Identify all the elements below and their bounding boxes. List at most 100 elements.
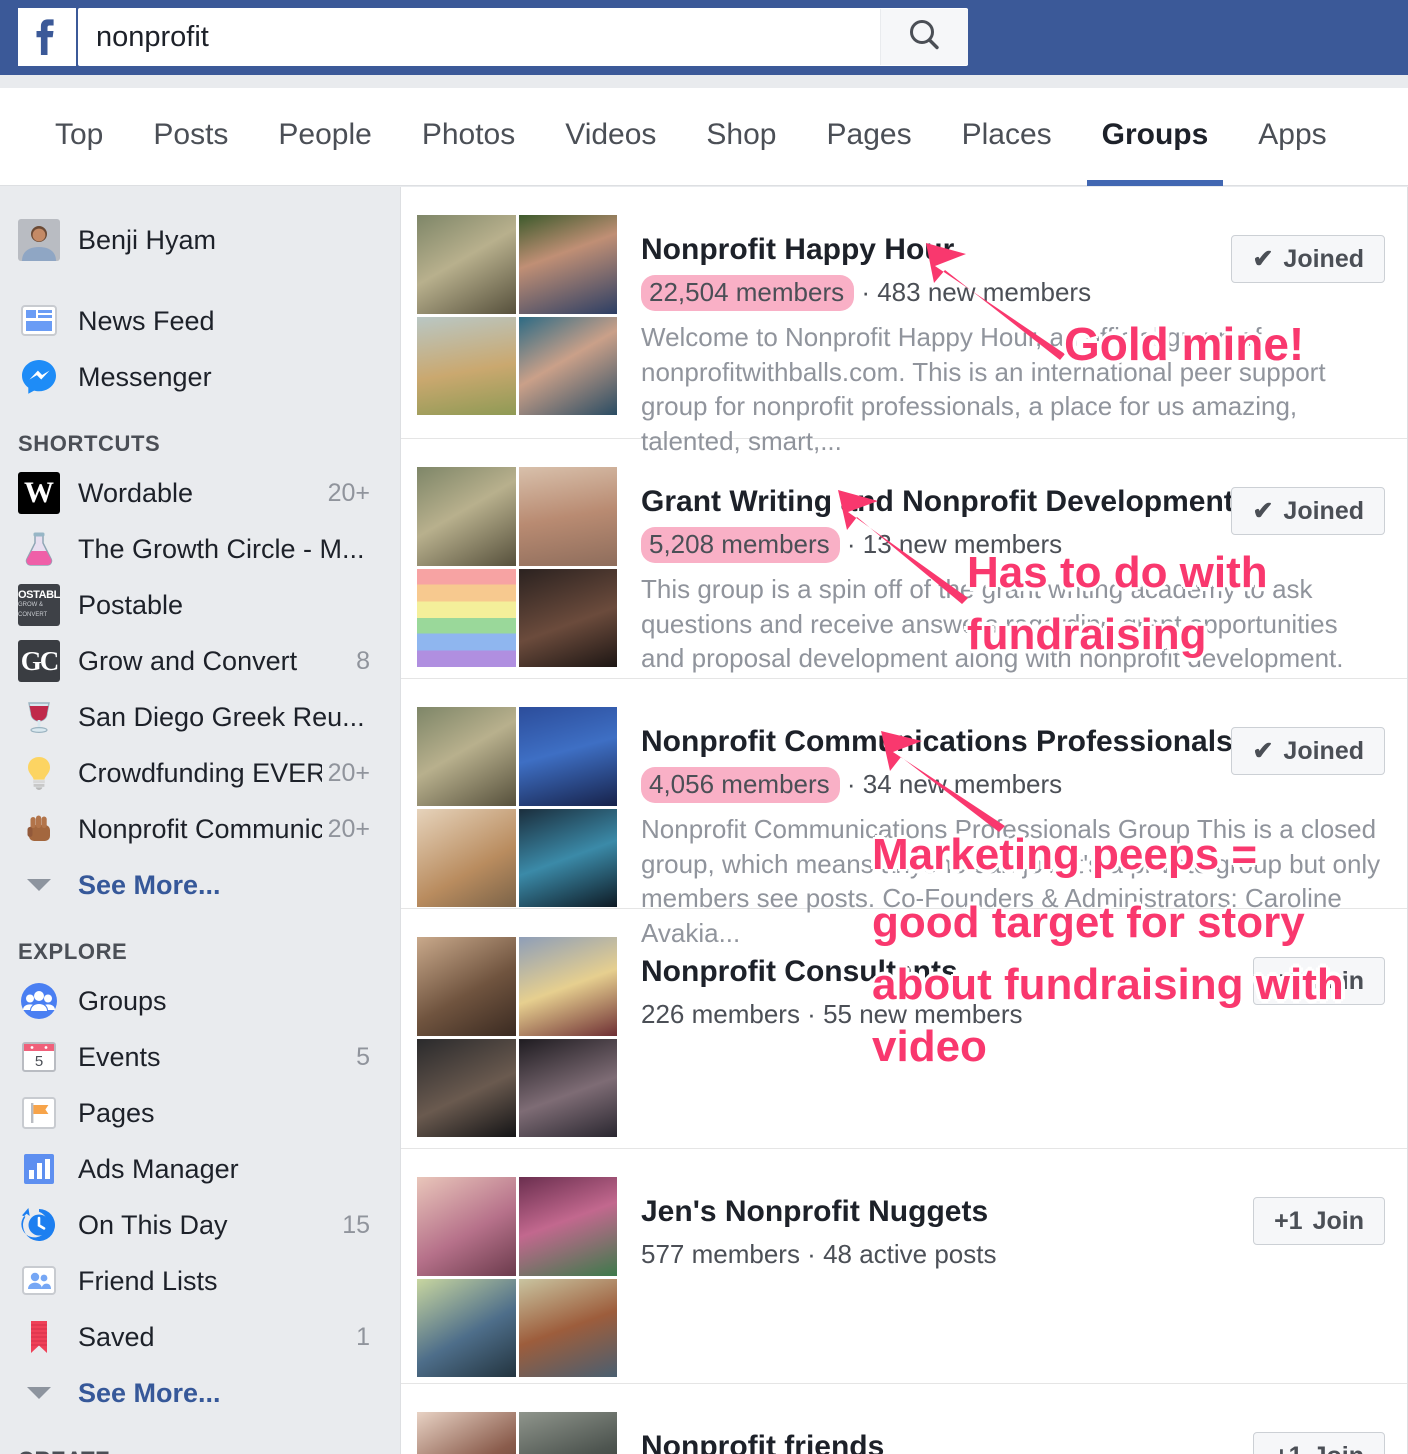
join-label: Join — [1312, 966, 1364, 995]
members-rest: · 13 new members — [839, 529, 1063, 559]
sidebar-label: On This Day — [78, 1209, 228, 1240]
group-photo — [417, 1177, 516, 1276]
sidebar-label: Crowdfunding EVERY... — [78, 757, 322, 788]
group-photo — [518, 568, 617, 667]
sidebar-item-grow-and-convert[interactable]: GC Grow and Convert 8 — [0, 633, 392, 689]
sidebar-section-shortcuts: SHORTCUTS — [18, 431, 161, 456]
avatar — [18, 219, 60, 261]
members-rest: 577 members · 48 active posts — [641, 1239, 997, 1269]
sidebar-badge: 15 — [342, 1210, 370, 1239]
sidebar-item-wordable[interactable]: W Wordable 20+ — [0, 465, 392, 521]
facebook-f-logo[interactable] — [18, 8, 76, 66]
group-meta: 5,208 members · 13 new members — [641, 527, 1063, 563]
sidebar-item-saved[interactable]: Saved 1 — [0, 1309, 392, 1365]
tab-shop[interactable]: Shop — [681, 88, 801, 186]
group-result-row[interactable]: Nonprofit Communications Professionals 4… — [401, 679, 1407, 948]
group-result-row[interactable]: Grant Writing and Nonprofit Development … — [401, 439, 1407, 679]
joined-button[interactable]: ✔ Joined — [1231, 727, 1385, 775]
joined-label: Joined — [1283, 244, 1364, 273]
group-photo-grid — [417, 707, 617, 907]
members-rest: 226 members · 55 new members — [641, 999, 1023, 1029]
group-photo — [518, 808, 617, 907]
search-button[interactable] — [880, 9, 968, 65]
left-sidebar[interactable]: Benji Hyam News Feed Messenger SHORTCUTS… — [0, 187, 392, 1454]
add-person-icon: +1 — [1274, 966, 1303, 995]
search-bar[interactable] — [78, 8, 968, 66]
group-photo — [518, 1278, 617, 1377]
tab-posts[interactable]: Posts — [128, 88, 253, 186]
group-photo — [417, 467, 516, 566]
tab-groups[interactable]: Groups — [1077, 88, 1234, 186]
tab-apps[interactable]: Apps — [1233, 88, 1351, 186]
tab-people[interactable]: People — [253, 88, 396, 186]
add-person-icon: +1 — [1274, 1442, 1303, 1454]
sidebar-item-crowdfunding[interactable]: Crowdfunding EVERY... 20+ — [0, 745, 392, 801]
group-photo-grid — [417, 1412, 617, 1454]
sidebar-item-growth-circle[interactable]: The Growth Circle - M... — [0, 521, 392, 577]
messenger-icon — [18, 356, 60, 398]
add-person-icon: +1 — [1274, 1206, 1303, 1235]
chevron-down-icon — [18, 1372, 60, 1414]
search-filter-tabbar: Top Posts People Photos Videos Shop Pages Place… — [0, 88, 1408, 186]
check-icon: ✔ — [1252, 245, 1274, 273]
sidebar-badge: 20+ — [327, 478, 370, 507]
sidebar-item-news-feed[interactable]: News Feed — [0, 293, 392, 349]
joined-button[interactable]: ✔ Joined — [1231, 235, 1385, 283]
group-photo — [417, 1412, 516, 1454]
join-button[interactable]: +1 Join — [1253, 957, 1385, 1005]
sidebar-explore-see-more[interactable]: See More... — [0, 1365, 392, 1421]
sidebar-item-friend-lists[interactable]: Friend Lists — [0, 1253, 392, 1309]
sidebar-item-nonprofit-communications[interactable]: Nonprofit Communica... 20+ — [0, 801, 392, 857]
group-meta: 577 members · 48 active posts — [641, 1239, 997, 1270]
group-photo — [417, 316, 516, 415]
sidebar-item-ads-manager[interactable]: Ads Manager — [0, 1141, 392, 1197]
wine-glass-icon — [18, 696, 60, 738]
group-photo — [417, 1038, 516, 1137]
joined-label: Joined — [1283, 496, 1364, 525]
members-rest: · 34 new members — [839, 769, 1063, 799]
group-photo — [518, 1038, 617, 1137]
join-label: Join — [1313, 1442, 1364, 1454]
sidebar-item-postable[interactable]: POSTABLE GROW & CONVERT Postable — [0, 577, 392, 633]
sidebar-item-san-diego-greek[interactable]: San Diego Greek Reu... — [0, 689, 392, 745]
group-photo-grid — [417, 1177, 617, 1377]
join-button[interactable]: +1 Join — [1253, 1197, 1385, 1245]
lightbulb-icon — [18, 752, 60, 794]
group-photo — [518, 707, 617, 806]
group-photo — [518, 1177, 617, 1276]
joined-button[interactable]: ✔ Joined — [1231, 487, 1385, 535]
search-icon — [905, 16, 945, 59]
ads-manager-icon — [18, 1148, 60, 1190]
tab-places[interactable]: Places — [937, 88, 1077, 186]
calendar-icon: 5 — [18, 1036, 60, 1078]
sidebar-item-profile[interactable]: Benji Hyam — [0, 203, 392, 277]
group-photo — [518, 1412, 617, 1454]
sidebar-label: Grow and Convert — [78, 645, 298, 676]
clock-history-icon — [18, 1204, 60, 1246]
sidebar-item-events[interactable]: 5 Events 5 — [0, 1029, 392, 1085]
tab-photos[interactable]: Photos — [397, 88, 540, 186]
sidebar-badge: 1 — [356, 1322, 370, 1351]
sidebar-item-on-this-day[interactable]: On This Day 15 — [0, 1197, 392, 1253]
search-results-list[interactable]: Nonprofit Happy Hour 22,504 members · 48… — [400, 187, 1408, 1454]
join-button[interactable]: +1 Join — [1253, 1432, 1385, 1454]
sidebar-profile-label: Benji Hyam — [78, 224, 217, 255]
sidebar-item-groups[interactable]: Groups — [0, 973, 392, 1029]
group-result-row[interactable]: Nonprofit friends +1 Join — [401, 1384, 1407, 1454]
sidebar-item-messenger[interactable]: Messenger — [0, 349, 392, 405]
tab-pages[interactable]: Pages — [802, 88, 937, 186]
group-result-row[interactable]: Jen's Nonprofit Nuggets 577 members · 48… — [401, 1149, 1407, 1384]
postable-logo: POSTABLE GROW & CONVERT — [18, 584, 60, 626]
chevron-down-icon — [18, 864, 60, 906]
group-photo — [417, 808, 516, 907]
sidebar-item-pages[interactable]: Pages — [0, 1085, 392, 1141]
group-result-row[interactable]: Nonprofit Consultants 226 members · 55 n… — [401, 909, 1407, 1149]
sidebar-shortcuts-see-more[interactable]: See More... — [0, 857, 392, 913]
tab-videos[interactable]: Videos — [540, 88, 681, 186]
tab-top[interactable]: Top — [30, 88, 128, 186]
sidebar-badge: 20+ — [327, 758, 370, 787]
group-photo — [518, 937, 617, 1036]
group-result-row[interactable]: Nonprofit Happy Hour 22,504 members · 48… — [401, 187, 1407, 456]
search-input[interactable] — [78, 9, 880, 65]
group-photo — [417, 215, 516, 314]
